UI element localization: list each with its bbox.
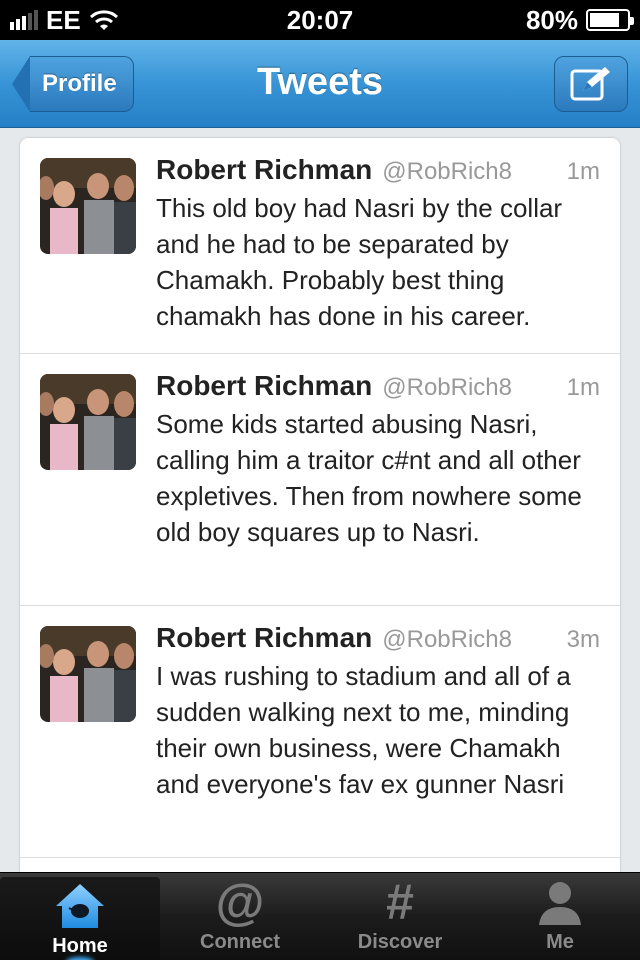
tweet-item[interactable]: Robert Richman @RobRich8 1m Some kids st… xyxy=(20,354,620,606)
tweet-text: This old boy had Nasri by the collar and… xyxy=(156,193,563,331)
tab-label: Me xyxy=(546,931,574,953)
tab-label: Discover xyxy=(357,931,443,953)
author-handle: @RobRich8 xyxy=(382,374,512,401)
tab-me[interactable]: Me xyxy=(480,873,640,960)
tab-label: Connect xyxy=(200,931,280,953)
tweet-timestamp: 1m xyxy=(566,374,600,401)
author-name[interactable]: Robert Richman xyxy=(156,370,372,402)
author-handle: @RobRich8 xyxy=(382,626,512,653)
avatar[interactable] xyxy=(40,374,136,470)
tweet-body: Robert Richman @RobRich8 1m This old boy… xyxy=(156,154,600,334)
compose-tweet-button[interactable] xyxy=(554,56,628,112)
battery-fill xyxy=(590,13,619,27)
tweet-timestamp: 3m xyxy=(566,626,600,653)
at-icon: @ xyxy=(215,874,265,930)
author-name[interactable]: Robert Richman xyxy=(156,622,372,654)
author-name[interactable]: Robert Richman xyxy=(156,154,372,186)
compose-icon xyxy=(570,67,610,101)
carrier-name: EE xyxy=(46,4,81,35)
home-icon xyxy=(53,877,107,935)
tweet-list[interactable]: Robert Richman @RobRich8 1m This old boy… xyxy=(20,138,620,872)
person-icon xyxy=(535,873,585,931)
navigation-bar: Profile Tweets xyxy=(0,40,640,128)
tweet-body: Robert Richman @RobRich8 1m Some kids st… xyxy=(156,370,600,550)
tweet-header: Robert Richman @RobRich8 3m xyxy=(156,622,600,658)
tab-label: Home xyxy=(52,935,108,957)
status-right: 80% xyxy=(525,4,634,36)
tweet-header: Robert Richman @RobRich8 1m xyxy=(156,154,600,190)
tab-home[interactable]: Home xyxy=(0,877,160,960)
tweet-item[interactable]: Robert Richman @RobRich8 1m This old boy… xyxy=(20,138,620,354)
tweet-text: I was rushing to stadium and all of a su… xyxy=(156,661,571,799)
avatar[interactable] xyxy=(40,626,136,722)
author-handle: @RobRich8 xyxy=(382,158,512,185)
hash-icon: # xyxy=(386,874,414,930)
avatar[interactable] xyxy=(40,158,136,254)
tweet-text: Some kids started abusing Nasri, calling… xyxy=(156,409,582,547)
tweet-body: Robert Richman @RobRich8 3m I was rushin… xyxy=(156,622,600,802)
tab-bar: Home @ Connect # Discover Me xyxy=(0,872,640,960)
tab-connect[interactable]: @ Connect xyxy=(160,873,320,960)
status-left: EE xyxy=(10,5,119,36)
status-bar: EE 20:07 80% xyxy=(0,0,640,40)
signal-icon xyxy=(10,10,38,30)
battery-percent: 80% xyxy=(525,4,578,35)
tweet-header: Robert Richman @RobRich8 1m xyxy=(156,370,600,406)
page-title: Tweets xyxy=(256,61,383,103)
wifi-icon xyxy=(89,10,118,30)
tab-discover[interactable]: # Discover xyxy=(320,873,480,960)
tweet-timestamp: 1m xyxy=(566,158,600,185)
battery-icon xyxy=(586,9,634,31)
tweet-item[interactable]: Robert Richman @RobRich8 3m I was rushin… xyxy=(20,606,620,858)
